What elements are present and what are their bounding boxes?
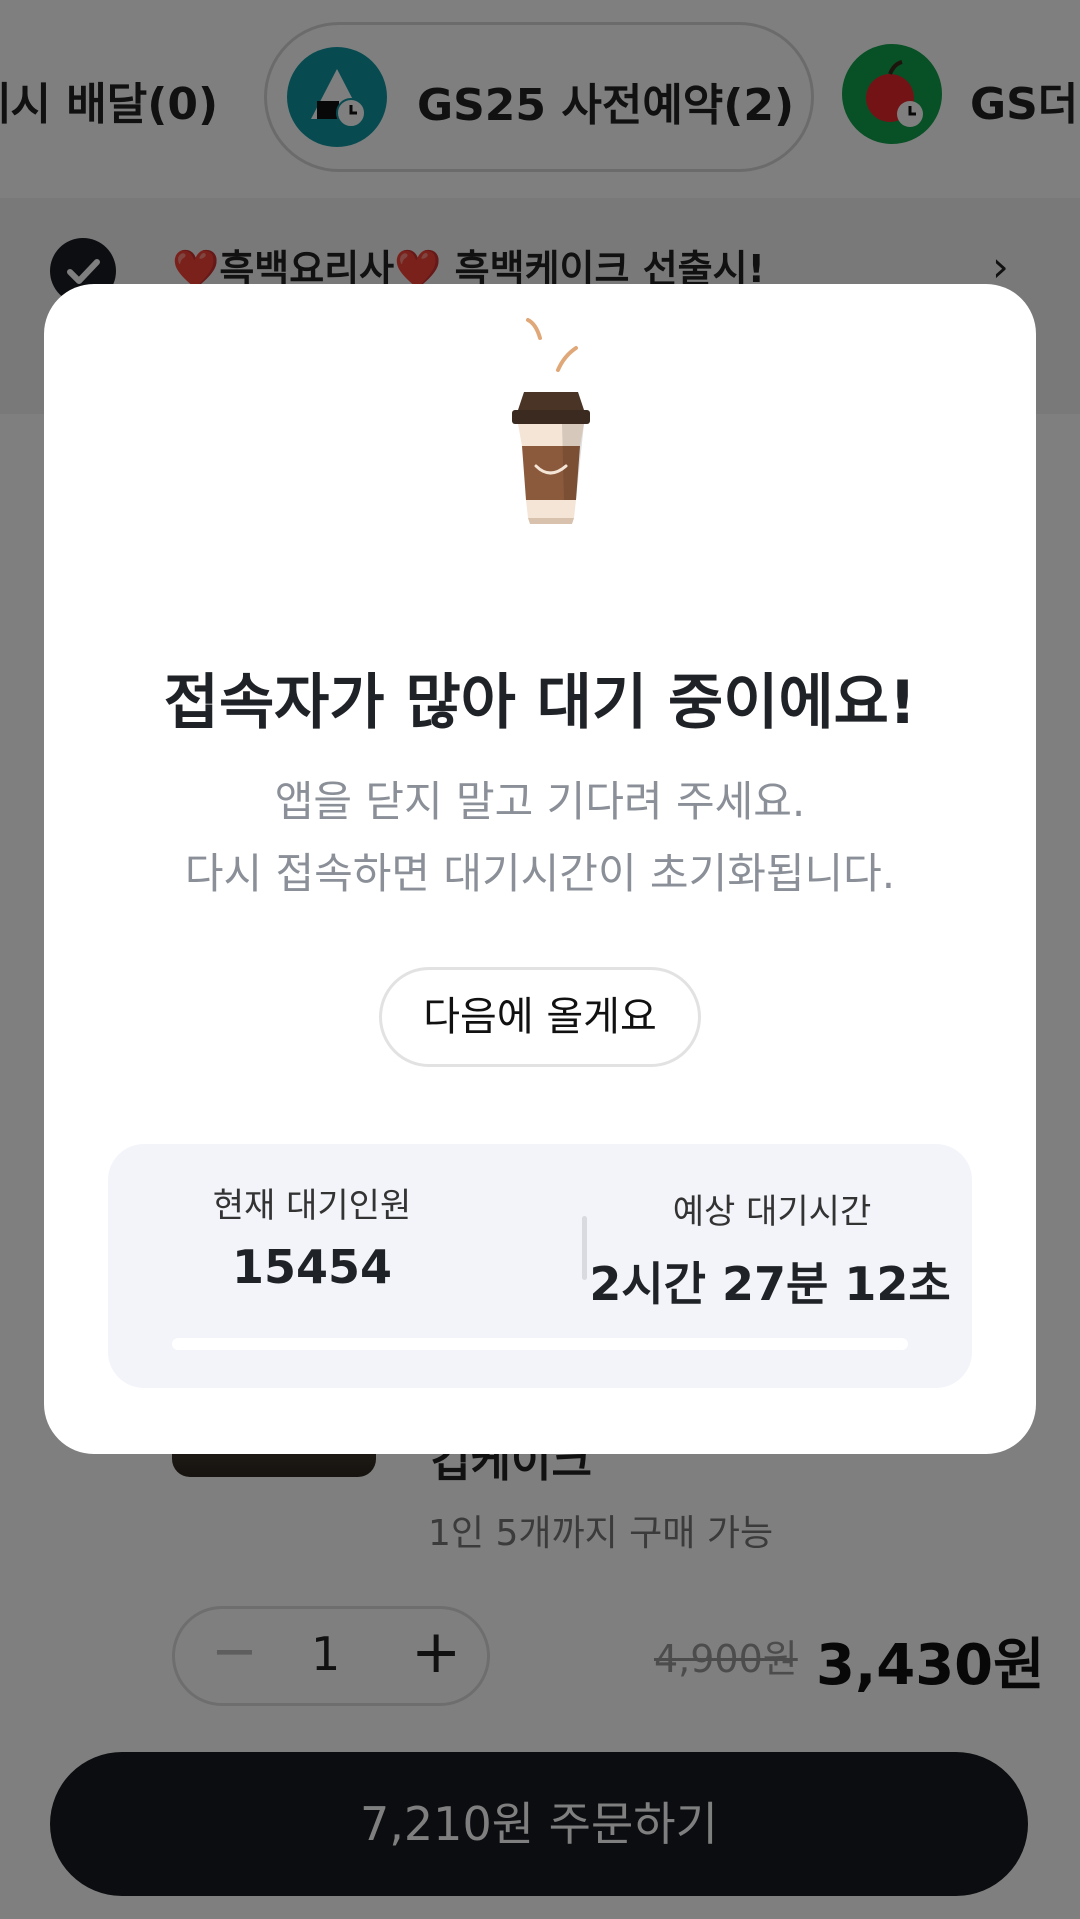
waiting-time-value: 2시간 27분 12초: [589, 1257, 951, 1311]
waiting-queue-modal: 접속자가 많아 대기 중이에요! 앱을 닫지 말고 기다려 주세요. 다시 접속…: [44, 284, 1036, 1454]
waiting-people-value: 15454: [231, 1240, 393, 1294]
modal-title: 접속자가 많아 대기 중이에요!: [163, 668, 917, 738]
waiting-people-label: 현재 대기인원: [212, 1186, 412, 1226]
modal-description-line1: 앱을 닫지 말고 기다려 주세요.: [274, 777, 806, 826]
coffee-cup-icon: [490, 314, 600, 544]
waiting-status-panel: 현재 대기인원 15454 예상 대기시간 2시간 27분 12초: [108, 1144, 972, 1388]
modal-description-line2: 다시 접속하면 대기시간이 초기화됩니다.: [184, 849, 896, 898]
come-back-later-button[interactable]: 다음에 올게요: [379, 967, 701, 1067]
waiting-time-label: 예상 대기시간: [672, 1192, 872, 1232]
waiting-progress-bar: [172, 1338, 908, 1350]
